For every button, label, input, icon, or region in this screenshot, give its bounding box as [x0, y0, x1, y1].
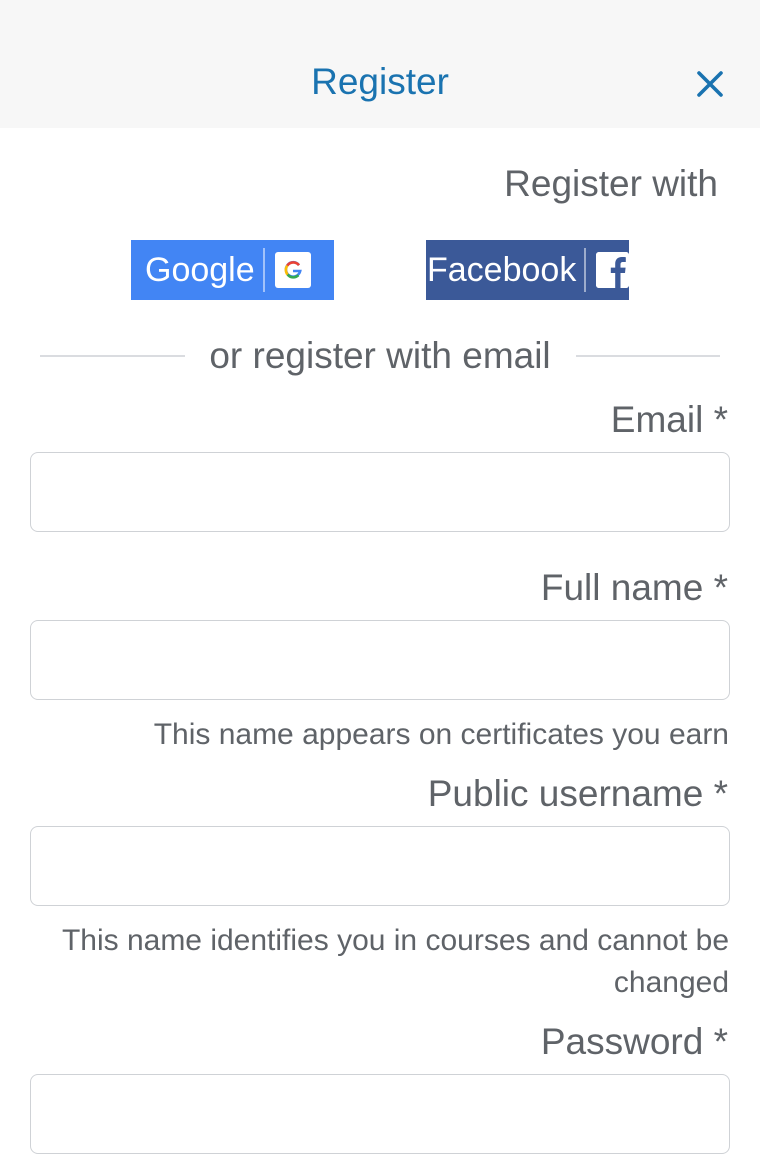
public-username-help: This name identifies you in courses and …: [61, 924, 729, 999]
public-username-field[interactable]: [30, 826, 730, 906]
full-name-help: This name appears on certificates you ea…: [153, 718, 729, 751]
button-separator: [584, 248, 587, 292]
public-username-label: Public username *: [427, 773, 728, 814]
google-icon: [274, 252, 311, 288]
email-field[interactable]: [30, 452, 730, 532]
google-register-button[interactable]: Google: [131, 240, 334, 300]
email-label: Email *: [610, 399, 728, 440]
facebook-button-label: Facebook: [427, 250, 577, 289]
register-with-heading: Register with: [504, 163, 718, 204]
google-button-label: Google: [145, 250, 255, 289]
facebook-register-button[interactable]: Facebook: [426, 240, 629, 300]
full-name-field[interactable]: [30, 620, 730, 700]
close-icon: [697, 71, 723, 97]
divider-line-right: [576, 355, 720, 357]
close-button[interactable]: [690, 64, 730, 104]
page-title: Register: [311, 61, 449, 102]
full-name-label: Full name *: [540, 567, 728, 608]
modal-header: Register: [0, 0, 760, 128]
password-label: Password *: [540, 1021, 728, 1062]
facebook-icon: [596, 252, 629, 288]
button-separator: [262, 248, 265, 292]
password-field[interactable]: [30, 1074, 730, 1154]
email-divider: or register with email: [40, 334, 720, 378]
